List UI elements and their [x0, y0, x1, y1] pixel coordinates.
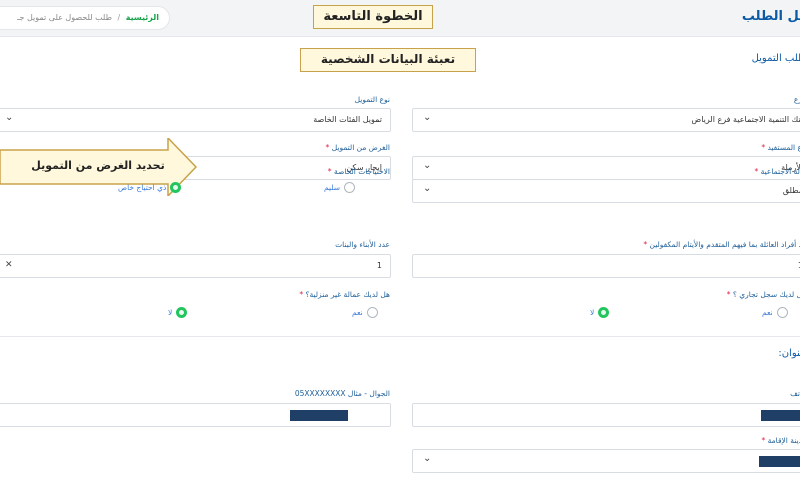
chevron-down-icon: ⌄ — [5, 112, 14, 123]
dependents-label: د أفراد العائلة بما فيهم المتقدم والأيتا… — [643, 240, 800, 249]
domestic-worker-label: هل لديك عمالة غير منزلية؟ * — [299, 290, 390, 299]
breadcrumb-current: طلب للحصول على تمويل جـ — [17, 13, 112, 22]
chevron-down-icon: ⌄ — [423, 160, 432, 171]
phone-label: اتف — [790, 389, 800, 398]
social-status-label: الة الاجتماعية * — [754, 167, 800, 176]
commercial-record-yes-radio[interactable]: نعم — [762, 307, 788, 318]
mobile-input[interactable] — [0, 403, 391, 427]
breadcrumb: الرئيسية / طلب للحصول على تمويل جـ — [0, 6, 170, 30]
social-status-value: مطلق — [782, 186, 800, 195]
branch-label: رع — [793, 95, 800, 104]
radio-label: سليم — [324, 183, 341, 192]
children-count-input[interactable]: 1 ✕ — [0, 254, 391, 278]
redacted-value — [759, 456, 800, 467]
section-divider — [0, 336, 800, 337]
dependents-input[interactable]: 1 — [412, 254, 800, 278]
step-callout: الخطوة التاسعة — [313, 5, 433, 29]
branch-select[interactable]: بنك التنمية الاجتماعية فرع الرياض ⌄ — [412, 108, 800, 132]
chevron-down-icon: ⌄ — [423, 453, 432, 464]
breadcrumb-home-link[interactable]: الرئيسية — [126, 13, 159, 22]
finance-section-title: طلب التمويل — [751, 53, 800, 64]
redacted-value — [761, 410, 800, 421]
finance-purpose-label: الغرض من التمويل * — [325, 143, 390, 152]
special-needs-special-radio[interactable]: ذي احتياج خاص — [118, 182, 182, 193]
branch-value: بنك التنمية الاجتماعية فرع الرياض — [691, 115, 800, 124]
redacted-value — [290, 410, 348, 421]
address-section-title: عنوان: — [778, 348, 800, 359]
city-label: دينة الإقامة * — [761, 436, 800, 445]
phone-input[interactable] — [412, 403, 800, 427]
radio-circle — [170, 182, 182, 193]
personal-data-callout: تعبئة البيانات الشخصية — [300, 48, 476, 72]
arrow-callout-text: تحديد الغرض من التمويل — [31, 159, 165, 172]
radio-label: لا — [590, 308, 595, 317]
special-needs-label: الاحتياجات الخاصة * — [327, 167, 390, 176]
commercial-record-label: ل لديك سجل تجاري ؟ * — [726, 290, 800, 299]
chevron-down-icon: ⌄ — [423, 112, 432, 123]
domestic-worker-no-radio[interactable]: لا — [168, 307, 188, 318]
radio-label: نعم — [352, 308, 363, 317]
radio-label: ذي احتياج خاص — [118, 183, 167, 192]
domestic-worker-yes-radio[interactable]: نعم — [352, 307, 378, 318]
mobile-label: الجوال - مثال 05XXXXXXXX — [294, 389, 390, 398]
clear-icon[interactable]: ✕ — [5, 260, 13, 270]
page-title: يل الطلب — [741, 9, 800, 24]
radio-label: لا — [168, 308, 173, 317]
radio-circle — [344, 182, 356, 193]
breadcrumb-separator: / — [117, 13, 121, 22]
social-status-select[interactable]: مطلق ⌄ — [412, 179, 800, 203]
commercial-record-no-radio[interactable]: لا — [590, 307, 610, 318]
children-count-value: 1 — [376, 261, 382, 270]
city-select[interactable]: ⌄ — [412, 449, 800, 473]
finance-type-select[interactable]: تمويل الفئات الخاصة ⌄ — [0, 108, 391, 132]
radio-circle — [776, 307, 788, 318]
radio-circle — [366, 307, 378, 318]
finance-type-label: نوع التمويل — [354, 95, 390, 104]
radio-circle — [176, 307, 188, 318]
finance-type-value: تمويل الفئات الخاصة — [313, 115, 382, 124]
chevron-down-icon: ⌄ — [423, 183, 432, 194]
special-needs-healthy-radio[interactable]: سليم — [324, 182, 356, 193]
beneficiary-type-label: ع المستفيد * — [761, 143, 800, 152]
radio-circle — [598, 307, 610, 318]
beneficiary-type-select[interactable]: الأرملة ⌄ — [412, 156, 800, 180]
radio-label: نعم — [762, 308, 773, 317]
children-count-label: عدد الأبناء والبنات — [335, 240, 390, 249]
